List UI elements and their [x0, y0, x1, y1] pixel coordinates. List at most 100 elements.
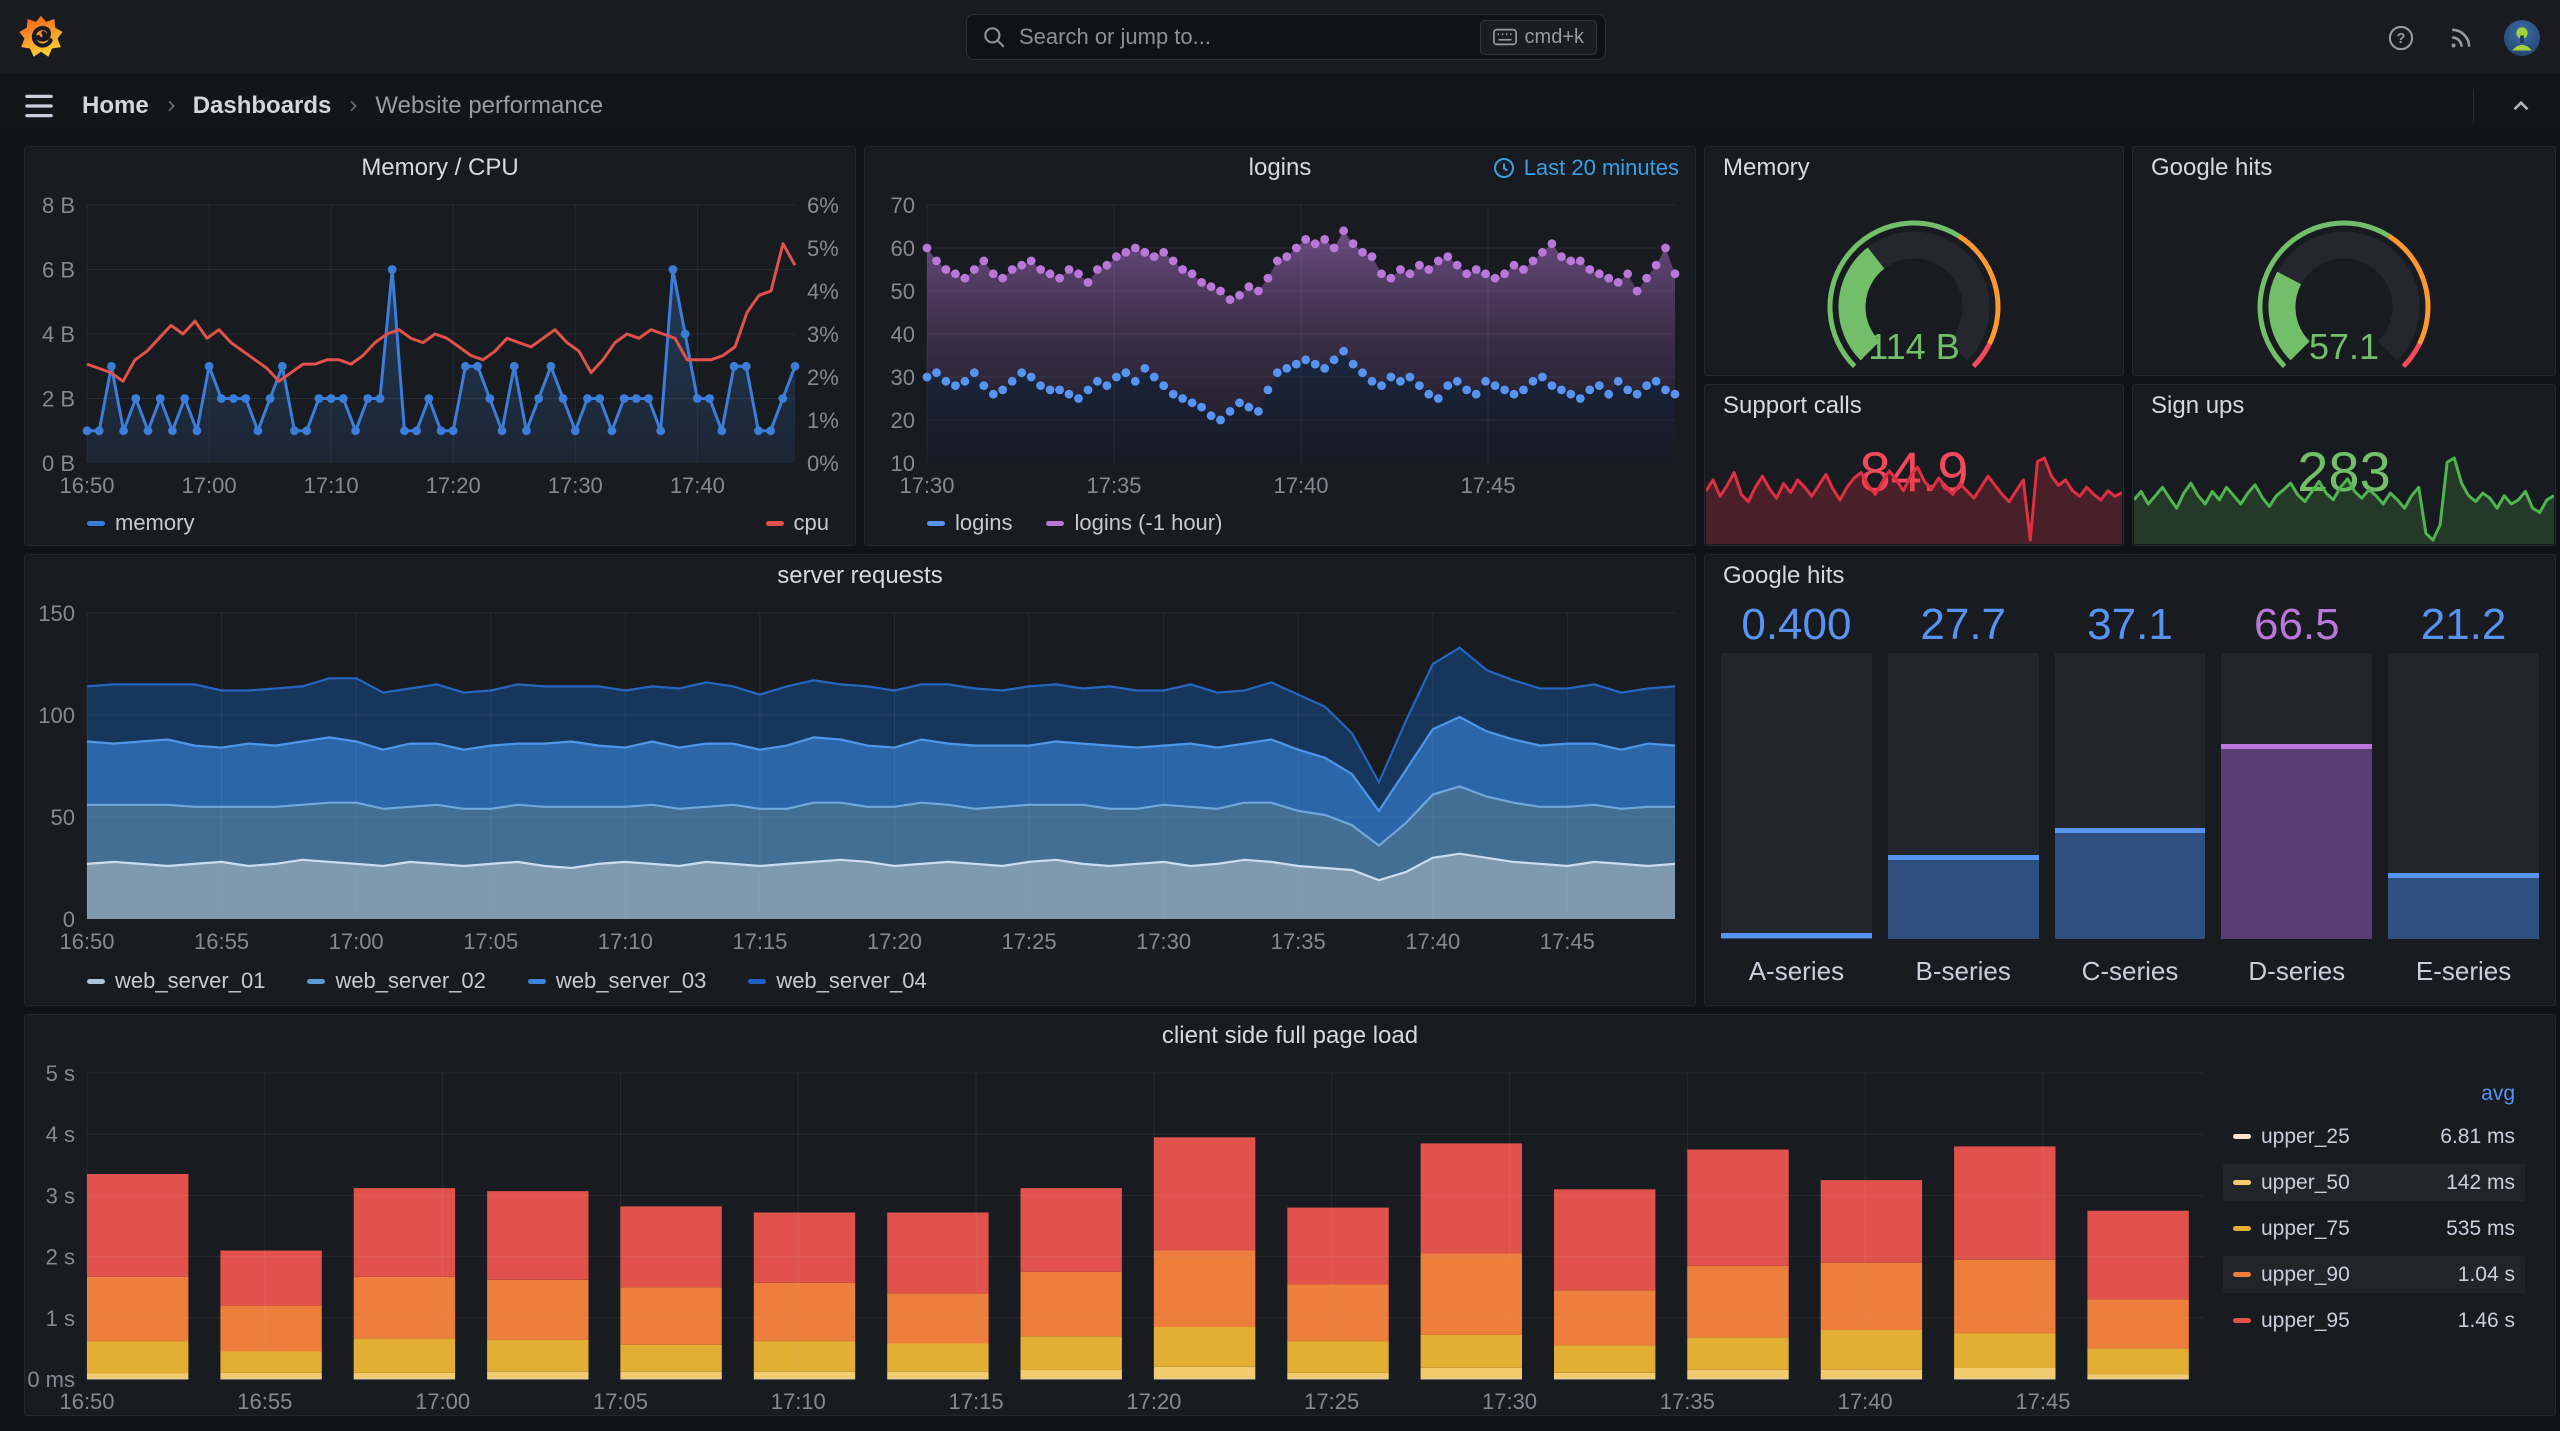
user-avatar[interactable]	[2504, 19, 2540, 56]
svg-text:114 B: 114 B	[1868, 326, 1959, 367]
bar-gauge-column[interactable]: 0.400 A-series	[1721, 597, 1872, 991]
shortcut-chip: cmd+k	[1479, 19, 1597, 55]
bar-value: 0.400	[1741, 600, 1852, 649]
google-gauge-svg[interactable]: 57.1	[2133, 189, 2555, 373]
svg-text:17:10: 17:10	[598, 929, 653, 954]
legend-label: web_server_02	[335, 968, 486, 993]
panel-title[interactable]: Memory	[1705, 147, 2123, 189]
panel-title[interactable]: server requests	[25, 555, 1695, 597]
support-calls-sparkline[interactable]	[1704, 452, 2123, 544]
google-hits-bar-gauge[interactable]: 0.400 A-series 27.7 B-series 37.1 C-series 66.…	[1705, 597, 2555, 1001]
support-calls-svg[interactable]	[1704, 452, 2123, 544]
panel-title[interactable]: Google hits	[1705, 555, 2555, 597]
mem-cpu-svg[interactable]: 0 B2 B4 B6 B8 B0%1%2%3%4%5%6%16:50 17:00 1…	[25, 189, 855, 501]
svg-text:30: 30	[891, 365, 915, 390]
bar-category-label: C-series	[2081, 956, 2179, 986]
help-icon[interactable]: ?	[2384, 21, 2418, 55]
svg-text:16:50: 16:50	[59, 1389, 114, 1414]
legend-memory[interactable]: memory	[87, 510, 194, 536]
search-input[interactable]	[1017, 23, 1480, 51]
top-nav: cmd+k ?	[0, 0, 2560, 75]
panel-title[interactable]: Sign ups	[2133, 385, 2555, 427]
panel-google-hits-gauge: Google hits 57.1	[2132, 146, 2556, 376]
memory-gauge-svg[interactable]: 114 B	[1705, 189, 2123, 373]
panel-title[interactable]: logins Last 20 minutes	[865, 147, 1695, 189]
legend-chip	[2233, 1180, 2251, 1185]
bar-value: 27.7	[1920, 600, 2007, 649]
legend-cpu[interactable]: cpu	[765, 510, 829, 536]
panel-title[interactable]: Memory / CPU	[25, 147, 855, 189]
logins-chart[interactable]: 10 20 30 40 50 60 70 17:30 17:35 17:40 17:45	[865, 189, 1695, 501]
svg-text:50: 50	[891, 279, 915, 304]
legend-web_server_03[interactable]: web_server_03	[527, 968, 707, 994]
svg-text:17:35: 17:35	[1660, 1389, 1715, 1414]
sign-ups-sparkline[interactable]	[2132, 452, 2555, 544]
panel-google-hits-bars: Google hits 0.400 A-series 27.7 B-series 37.…	[1704, 554, 2556, 1006]
legend-upper_90[interactable]: upper_90 1.04 s	[2223, 1256, 2525, 1293]
svg-text:17:00: 17:00	[415, 1389, 470, 1414]
panel-title-text: logins	[1248, 154, 1312, 181]
bar-track	[2054, 653, 2206, 939]
client-load-legend: avg upper_25 6.81 ms upper_50 142 ms upper_75…	[2223, 1057, 2555, 1417]
bar-gauge-column[interactable]: 27.7 B-series	[1887, 597, 2039, 991]
breadcrumb-home[interactable]: Home	[82, 92, 149, 120]
panel-title[interactable]: client side full page load	[25, 1015, 2555, 1057]
legend-logins[interactable]: logins	[927, 510, 1012, 536]
svg-text:5 s: 5 s	[46, 1061, 75, 1086]
panel-title[interactable]: Google hits	[2133, 147, 2555, 189]
client-load-svg[interactable]: 0 ms1 s2 s3 s4 s5 s16:50 16:55 17:00 17:05 1…	[25, 1057, 2223, 1417]
svg-text:100: 100	[38, 703, 75, 728]
svg-text:17:20: 17:20	[426, 473, 481, 498]
legend-upper_50[interactable]: upper_50 142 ms	[2223, 1164, 2525, 1201]
breadcrumb-dashboards[interactable]: Dashboards	[193, 92, 332, 120]
legend-label: web_server_03	[555, 968, 707, 993]
legend-label: upper_95	[2261, 1308, 2350, 1332]
svg-text:4 s: 4 s	[46, 1122, 75, 1147]
panel-title[interactable]: Support calls	[1705, 385, 2123, 427]
bar-gauge-column[interactable]: 66.5 D-series	[2221, 597, 2373, 991]
google-hits-gauge[interactable]: 57.1	[2133, 189, 2555, 373]
legend-upper_95[interactable]: upper_95 1.46 s	[2223, 1302, 2525, 1339]
legend-label: upper_75	[2261, 1216, 2350, 1240]
svg-text:1 s: 1 s	[46, 1306, 75, 1331]
svg-text:2 B: 2 B	[42, 387, 75, 412]
legend-chip	[87, 978, 105, 984]
menu-icon[interactable]	[24, 93, 54, 119]
legend-web_server_04[interactable]: web_server_04	[748, 968, 927, 994]
legend-upper_25[interactable]: upper_25 6.81 ms	[2223, 1118, 2525, 1155]
panel-memory-gauge: Memory 114 B	[1704, 146, 2124, 376]
legend-label: upper_90	[2261, 1262, 2350, 1286]
svg-text:2 s: 2 s	[46, 1245, 75, 1270]
server-requests-chart[interactable]: 0 50 100 150 16:50 16:55 17:00 17:05 17:10 17:15 1…	[25, 597, 1695, 957]
legend-web_server_02[interactable]: web_server_02	[307, 968, 486, 994]
bar-track	[1887, 653, 2039, 939]
svg-text:8 B: 8 B	[42, 193, 75, 218]
legend-avg-value: 6.81 ms	[2440, 1124, 2515, 1148]
svg-text:17:10: 17:10	[771, 1389, 826, 1414]
grafana-logo-icon[interactable]	[18, 14, 64, 60]
memory-gauge[interactable]: 114 B	[1705, 189, 2123, 373]
sign-ups-svg[interactable]	[2132, 452, 2555, 544]
legend-logins-1hour[interactable]: logins (-1 hour)	[1046, 510, 1222, 536]
bar-fill	[1721, 932, 1872, 939]
bar-gauge-column[interactable]: 37.1 C-series	[2054, 597, 2206, 991]
bar-gauge-column[interactable]: 21.2 E-series	[2388, 597, 2539, 991]
memory-cpu-chart[interactable]: 0 B2 B4 B6 B8 B 0% 1% 2% 3% 4% 5% 6% 16:50 17:00 1…	[25, 189, 855, 501]
search-box[interactable]: cmd+k	[966, 14, 1606, 60]
logins-svg[interactable]: 1020304050607017:30 17:35 17:40 17:45	[865, 189, 1695, 501]
bar-category-label: A-series	[1748, 956, 1845, 986]
legend-avg-value: 1.04 s	[2457, 1262, 2515, 1286]
client-load-chart[interactable]: 0 ms 1 s2 s3 s4 s5 s 16:50 16:55 17:00 17:05 1…	[25, 1057, 2223, 1417]
svg-text:?: ?	[2397, 31, 2406, 47]
news-rss-icon[interactable]	[2444, 21, 2478, 55]
bar-value: 66.5	[2253, 600, 2340, 649]
svg-text:50: 50	[51, 805, 75, 830]
legend-chip	[765, 520, 784, 526]
legend-upper_75[interactable]: upper_75 535 ms	[2223, 1210, 2525, 1247]
time-range-badge[interactable]: Last 20 minutes	[1492, 147, 1679, 189]
chevron-up-icon[interactable]	[2504, 89, 2538, 123]
panel-server-requests: server requests 0 50 100 150 16:50 16:55 17:00…	[24, 554, 1696, 1006]
server-requests-svg[interactable]: 05010015016:50 16:55 17:00 17:05 17:10 17:15 1…	[25, 597, 1695, 957]
legend-label: memory	[115, 510, 195, 535]
legend-web_server_01[interactable]: web_server_01	[87, 968, 265, 994]
